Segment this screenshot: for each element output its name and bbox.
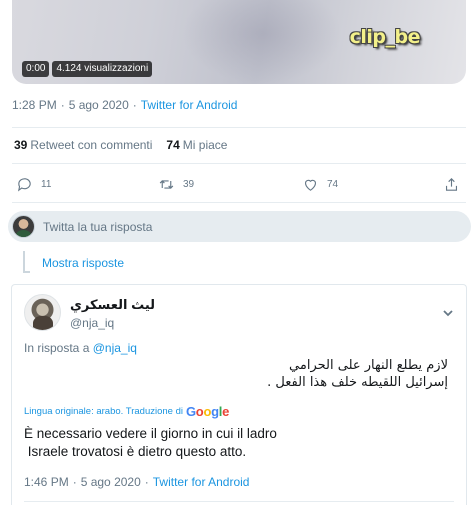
divider <box>12 202 466 203</box>
video-badges: 0:00 4.124 visualizzazioni <box>22 61 153 77</box>
google-logo: Google <box>186 404 229 419</box>
google-logo-letter: e <box>222 404 230 419</box>
chevron-down-icon[interactable] <box>442 307 454 319</box>
likes-count: 74 <box>166 138 180 152</box>
divider <box>12 163 466 164</box>
tweet-meta: 1:28 PM · 5 ago 2020 · Twitter for Android <box>12 98 237 112</box>
divider <box>12 127 466 128</box>
in-reply-handle-link[interactable]: @nja_iq <box>93 341 137 355</box>
google-logo-letter: o <box>203 404 212 419</box>
like-count: 74 <box>327 179 339 190</box>
like-action[interactable]: 74 <box>302 176 338 193</box>
retweets-label: Retweet con commenti <box>30 138 153 152</box>
action-bar: 11 39 74 <box>16 176 462 194</box>
reply-author-name[interactable]: ليث العسكري <box>70 297 155 313</box>
likes-stat[interactable]: 74 Mi piace <box>166 138 227 152</box>
reply-tweet-meta: 1:46 PM · 5 ago 2020 · Twitter for Android <box>24 475 249 489</box>
video-frame <box>182 0 342 84</box>
translated-line: Israele trovatosi è dietro questo atto. <box>24 444 247 459</box>
retweet-count: 39 <box>183 179 195 190</box>
reply-icon <box>17 178 31 192</box>
video-views-badge: 4.124 visualizzazioni <box>52 61 153 77</box>
video-watermark: clip_be <box>349 26 421 48</box>
reply-author-handle[interactable]: @nja_iq <box>70 316 114 330</box>
translated-line: È necessario vedere il giorno in cui il … <box>24 426 277 441</box>
retweet-action[interactable]: 39 <box>158 176 194 193</box>
tweet-text-line: لازم يطلع النهار على الحرامي <box>289 358 448 373</box>
google-logo-letter: G <box>185 404 196 419</box>
share-action[interactable] <box>443 176 460 193</box>
avatar <box>12 215 35 238</box>
reply-tweet-card[interactable]: ليث العسكري @nja_iq In risposta a @nja_i… <box>11 284 467 505</box>
tweet-source-link[interactable]: Twitter for Android <box>141 98 238 112</box>
tweet-time[interactable]: 1:28 PM <box>12 98 57 112</box>
reply-time[interactable]: 1:46 PM <box>24 475 69 489</box>
in-reply-prefix: In risposta a <box>24 341 90 355</box>
avatar[interactable] <box>24 294 61 331</box>
meta-separator: · <box>132 98 137 112</box>
in-reply-to: In risposta a @nja_iq <box>24 341 137 355</box>
thread-connector-hook <box>23 271 30 273</box>
heart-icon <box>304 179 317 191</box>
video-player[interactable]: clip_be 0:00 4.124 visualizzazioni <box>12 0 466 84</box>
translated-text: È necessario vedere il giorno in cui il … <box>24 425 277 461</box>
likes-label: Mi piace <box>182 138 228 152</box>
reply-date[interactable]: 5 ago 2020 <box>81 475 141 489</box>
reply-count: 11 <box>41 179 52 190</box>
reply-source-link[interactable]: Twitter for Android <box>153 475 250 489</box>
show-replies-link[interactable]: Mostra risposte <box>42 256 124 270</box>
translation-label: Lingua originale: arabo. Traduzione di <box>24 406 183 417</box>
video-time-badge: 0:00 <box>22 61 50 77</box>
retweets-stat[interactable]: 39 Retweet con commenti <box>14 138 152 152</box>
meta-separator: · <box>72 475 77 489</box>
reply-composer[interactable]: Twitta la tua risposta <box>8 211 471 242</box>
tweet-text-line: إسرائيل اللقيطه خلف هذا الفعل . <box>267 375 448 390</box>
reply-placeholder: Twitta la tua risposta <box>43 219 153 234</box>
thread-connector <box>23 251 25 273</box>
google-logo-letter: g <box>211 404 219 419</box>
divider <box>24 501 454 502</box>
reply-action[interactable]: 11 <box>16 176 51 193</box>
meta-separator: · <box>60 98 65 112</box>
reply-tweet-text: لازم يطلع النهار على الحرامي إسرائيل الل… <box>28 357 448 391</box>
retweet-icon <box>159 180 174 189</box>
meta-separator: · <box>144 475 149 489</box>
translation-attribution[interactable]: Lingua originale: arabo. Traduzione di G… <box>24 404 229 419</box>
tweet-date[interactable]: 5 ago 2020 <box>69 98 129 112</box>
share-icon <box>445 178 458 191</box>
retweets-count: 39 <box>14 138 28 152</box>
tweet-stats: 39 Retweet con commenti 74 Mi piace <box>14 138 227 152</box>
